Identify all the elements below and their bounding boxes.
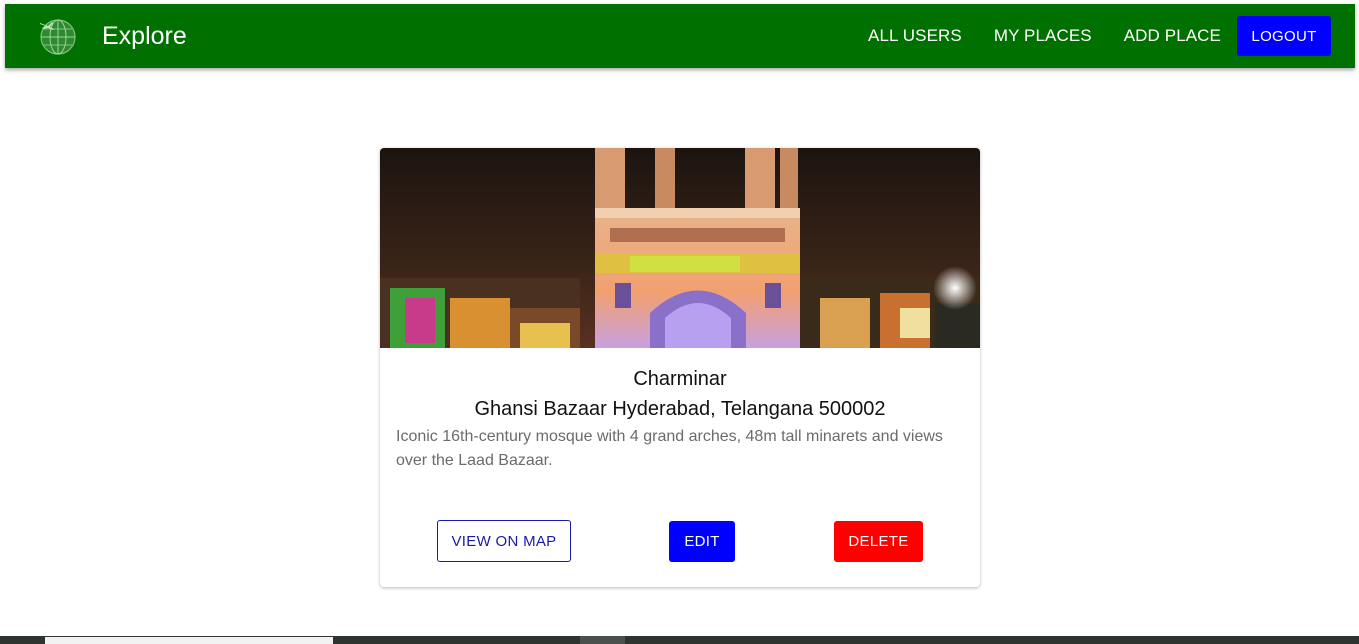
brand-title[interactable]: Explore [102, 22, 187, 51]
place-image [380, 148, 980, 348]
place-title: Charminar [633, 368, 727, 390]
top-navbar: Explore ALL USERS MY PLACES ADD PLACE LO… [5, 4, 1355, 68]
edit-button[interactable]: EDIT [669, 521, 735, 562]
delete-button[interactable]: DELETE [834, 521, 923, 562]
nav-my-places[interactable]: MY PLACES [994, 26, 1092, 46]
place-description: Iconic 16th-century mosque with 4 grand … [396, 428, 943, 469]
place-card: Charminar Ghansi Bazaar Hyderabad, Telan… [380, 148, 980, 587]
taskbar-app-icon[interactable] [580, 636, 625, 644]
main-nav: ALL USERS MY PLACES ADD PLACE LOGOUT [836, 16, 1331, 56]
taskbar-search-box[interactable] [45, 637, 333, 644]
nav-all-users[interactable]: ALL USERS [868, 26, 962, 46]
os-taskbar [0, 636, 1359, 644]
logout-button[interactable]: LOGOUT [1237, 16, 1331, 56]
globe-airplane-icon[interactable] [37, 15, 79, 57]
place-address: Ghansi Bazaar Hyderabad, Telangana 50000… [474, 398, 886, 420]
view-on-map-button[interactable]: VIEW ON MAP [437, 520, 571, 562]
nav-add-place[interactable]: ADD PLACE [1124, 26, 1221, 46]
